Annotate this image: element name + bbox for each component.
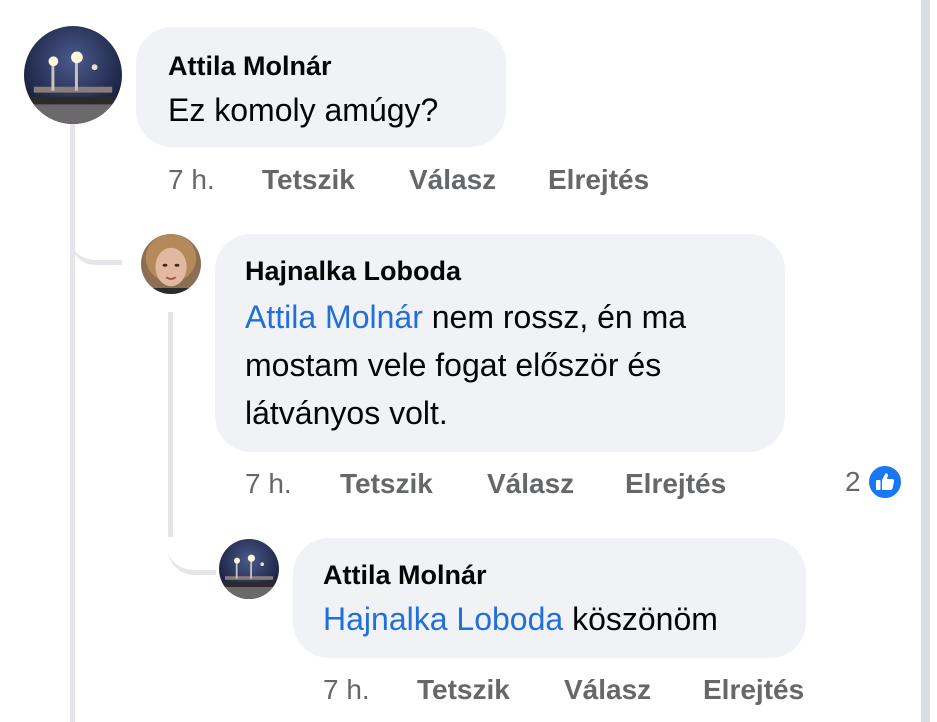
- reply-button[interactable]: Válasz: [564, 674, 651, 706]
- comment-author[interactable]: Attila Molnár: [168, 51, 332, 82]
- comment-text-line-2: mostam vele fogat először és: [245, 347, 662, 383]
- avatar-hajnalka-loboda[interactable]: [141, 234, 201, 294]
- comment-bubble-1: Attila Molnár Ez komoly amúgy?: [136, 27, 506, 147]
- comment-actions-1: 7 h. Tetszik Válasz Elrejtés: [168, 164, 688, 200]
- comment-author[interactable]: Attila Molnár: [323, 560, 487, 591]
- comment-thread: Attila Molnár Ez komoly amúgy? 7 h. Tets…: [0, 0, 937, 722]
- hide-button[interactable]: Elrejtés: [703, 674, 804, 706]
- hide-button[interactable]: Elrejtés: [625, 468, 726, 500]
- night-pier-photo-icon: [219, 539, 279, 599]
- like-button[interactable]: Tetszik: [417, 674, 510, 706]
- comment-text: nem rossz, én ma: [422, 299, 687, 335]
- comment-timestamp[interactable]: 7 h.: [245, 468, 292, 500]
- reply-button[interactable]: Válasz: [487, 468, 574, 500]
- comment-text-line-1: Attila Molnár nem rossz, én ma: [245, 294, 686, 340]
- mention-link[interactable]: Hajnalka Loboda: [323, 601, 563, 637]
- comment-actions-2: 7 h. Tetszik Válasz Elrejtés: [245, 468, 765, 504]
- comment-text: köszönöm: [563, 601, 718, 637]
- thread-connector-reply-2: [168, 510, 216, 575]
- like-button[interactable]: Tetszik: [262, 164, 355, 196]
- thread-connector-reply-1: [70, 200, 122, 265]
- avatar-attila-molnar[interactable]: [24, 26, 122, 124]
- scrollbar-track[interactable]: [921, 0, 930, 722]
- comment-bubble-3: Attila Molnár Hajnalka Loboda köszönöm: [293, 538, 806, 658]
- comment-timestamp[interactable]: 7 h.: [323, 674, 370, 706]
- comment-text-line-1: Hajnalka Loboda köszönöm: [323, 596, 718, 642]
- reply-button[interactable]: Válasz: [409, 164, 496, 196]
- reaction-count: 2: [845, 466, 861, 497]
- avatar-attila-molnar[interactable]: [219, 539, 279, 599]
- comment-actions-3: 7 h. Tetszik Válasz Elrejtés: [323, 674, 843, 710]
- comment-timestamp[interactable]: 7 h.: [168, 164, 215, 196]
- portrait-photo-icon: [141, 234, 201, 294]
- comment-author[interactable]: Hajnalka Loboda: [245, 256, 461, 287]
- like-icon: [866, 464, 903, 500]
- thread-line-reply: [168, 312, 173, 537]
- comment-text: Ez komoly amúgy?: [168, 92, 439, 128]
- reaction-summary[interactable]: 2: [845, 462, 903, 502]
- mention-link[interactable]: Attila Molnár: [245, 299, 423, 335]
- like-button[interactable]: Tetszik: [340, 468, 433, 500]
- hide-button[interactable]: Elrejtés: [548, 164, 649, 196]
- comment-text-line-3: látványos volt.: [245, 395, 448, 431]
- comment-bubble-2: Hajnalka Loboda Attila Molnár nem rossz,…: [215, 234, 785, 452]
- night-pier-photo-icon: [24, 26, 122, 124]
